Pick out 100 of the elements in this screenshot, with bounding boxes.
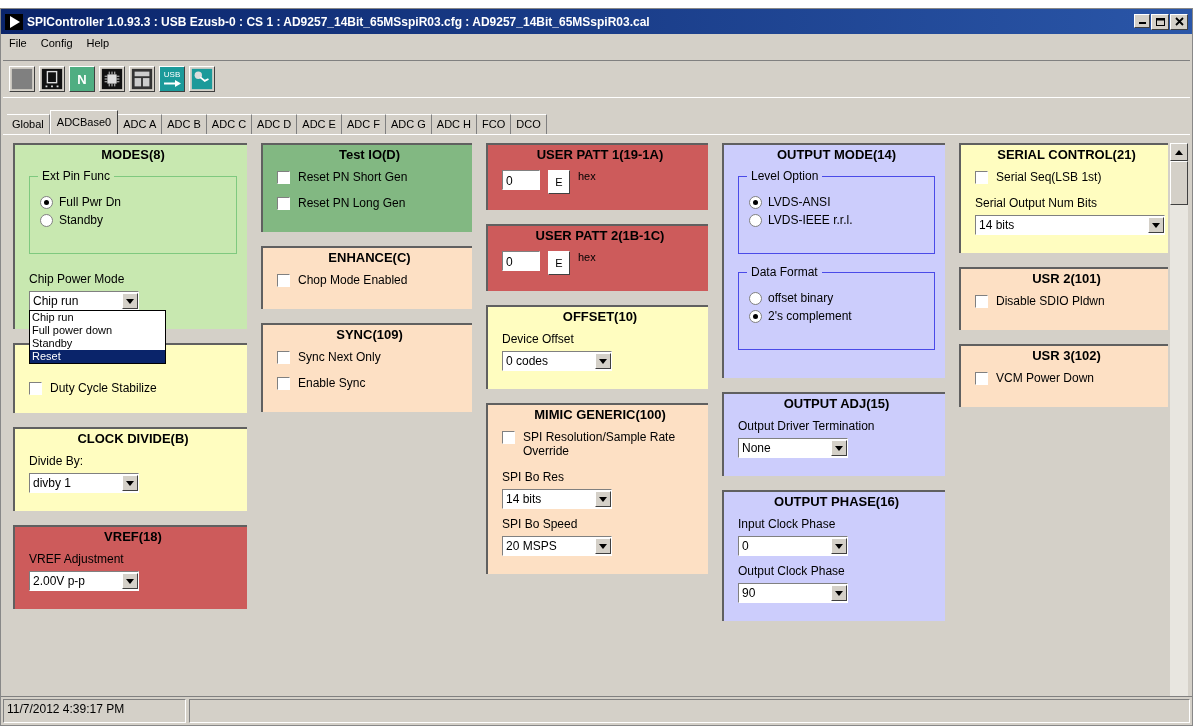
status-text: 11/7/2012 4:39:17 PM xyxy=(3,699,186,723)
checkbox[interactable] xyxy=(277,274,290,287)
dropdown-button[interactable] xyxy=(831,440,847,456)
menu-item[interactable]: Config xyxy=(40,37,73,53)
close-button[interactable] xyxy=(1170,13,1188,30)
field-label: Chip Power Mode xyxy=(29,272,126,286)
input-field[interactable]: 0 xyxy=(502,251,540,271)
dropdown-button[interactable] xyxy=(595,538,611,554)
menu-item[interactable]: Help xyxy=(86,37,110,53)
dropdown[interactable]: 2.00V p-p xyxy=(29,571,139,591)
radio-button[interactable] xyxy=(749,213,762,227)
toolbar-button[interactable] xyxy=(39,66,65,92)
scrollbar[interactable] xyxy=(1170,143,1188,696)
dropdown[interactable]: 90 xyxy=(738,583,848,603)
checkbox[interactable] xyxy=(277,171,290,184)
minimize-icon xyxy=(1138,21,1146,24)
tab[interactable]: ADC E xyxy=(297,114,342,134)
panel-title: SYNC(109) xyxy=(335,327,404,342)
dropdown[interactable]: 20 MSPS xyxy=(502,536,612,556)
scroll-up-button[interactable] xyxy=(1170,143,1188,161)
field-label: Output Clock Phase xyxy=(738,564,846,578)
menu-item[interactable]: File xyxy=(9,37,27,53)
minimize-button[interactable] xyxy=(1134,13,1150,28)
dropdown[interactable]: 0 xyxy=(738,536,848,556)
tab[interactable]: ADC C xyxy=(206,114,253,134)
dropdown[interactable]: None xyxy=(738,438,848,458)
field-label: SPI Bo Speed xyxy=(502,517,579,531)
checkbox-label: Chop Mode Enabled xyxy=(298,273,408,287)
tab[interactable]: FCO xyxy=(477,114,512,134)
panel-title: ENHANCE(C) xyxy=(327,250,412,265)
dropdown-button[interactable] xyxy=(122,475,138,491)
tab[interactable]: ADC B xyxy=(162,114,207,134)
panel-title: SERIAL CONTROL(21) xyxy=(996,147,1137,162)
checkbox[interactable] xyxy=(975,372,988,385)
toolbar-button[interactable] xyxy=(9,66,35,92)
dropdown-option[interactable]: Standby xyxy=(30,337,165,350)
group-label: Data Format xyxy=(747,265,822,279)
dropdown-button[interactable] xyxy=(1148,217,1164,233)
radio-button[interactable] xyxy=(749,291,762,305)
toolbar-button[interactable] xyxy=(99,66,125,92)
circuit-board-icon xyxy=(40,66,64,92)
scroll-thumb[interactable] xyxy=(1170,161,1188,205)
blank-square-icon xyxy=(10,66,34,92)
checkbox[interactable] xyxy=(502,431,515,444)
checkbox-label: Disable SDIO Pldwn xyxy=(996,294,1105,308)
toolbar-button[interactable] xyxy=(129,66,155,92)
checkbox[interactable] xyxy=(277,197,290,210)
enter-button[interactable]: E xyxy=(548,170,570,194)
dropdown[interactable]: 14 bits xyxy=(975,215,1165,235)
caret-icon xyxy=(126,578,134,584)
toolbar-button[interactable] xyxy=(189,66,215,92)
dropdown-button[interactable] xyxy=(831,538,847,554)
checkbox-label: Sync Next Only xyxy=(298,350,381,364)
panel-title: USER PATT 2(1B-1C) xyxy=(534,228,666,243)
checkbox[interactable] xyxy=(29,382,42,395)
unit-label: hex xyxy=(578,251,596,263)
caret-icon xyxy=(599,543,607,549)
caret-icon xyxy=(835,445,843,451)
radio-label: offset binary xyxy=(768,291,834,305)
checkbox-label: Duty Cycle Stabilize xyxy=(50,381,157,395)
chip-icon xyxy=(100,66,124,92)
field-label: SPI Bo Res xyxy=(502,470,566,484)
dropdown[interactable]: 0 codes xyxy=(502,351,612,371)
dropdown-button[interactable] xyxy=(122,293,138,309)
dropdown-button[interactable] xyxy=(595,353,611,369)
input-field[interactable]: 0 xyxy=(502,170,540,190)
tab[interactable]: ADC H xyxy=(431,114,478,134)
checkbox[interactable] xyxy=(975,171,988,184)
radio-button[interactable] xyxy=(40,213,53,227)
dropdown-option[interactable]: Reset xyxy=(30,350,165,363)
tab[interactable]: ADC F xyxy=(341,114,386,134)
tab[interactable]: Global xyxy=(7,114,50,134)
radio-button[interactable] xyxy=(749,195,762,209)
tab[interactable]: ADC A xyxy=(118,114,163,134)
caret-icon xyxy=(835,543,843,549)
tab[interactable]: DCO xyxy=(511,114,547,134)
caret-icon xyxy=(599,496,607,502)
panel-title: OUTPUT PHASE(16) xyxy=(773,494,900,509)
dropdown-option[interactable]: Chip run xyxy=(30,311,165,324)
arrow-icon xyxy=(163,80,181,87)
dropdown-button[interactable] xyxy=(595,491,611,507)
enter-button[interactable]: E xyxy=(548,251,570,275)
dropdown[interactable]: 14 bits xyxy=(502,489,612,509)
checkbox[interactable] xyxy=(277,351,290,364)
tab[interactable]: ADC G xyxy=(385,114,432,134)
panel-title: USR 3(102) xyxy=(1031,348,1102,363)
panel-title: Test IO(D) xyxy=(337,147,402,162)
radio-button[interactable] xyxy=(40,195,53,209)
dropdown-button[interactable] xyxy=(831,585,847,601)
caret-icon xyxy=(126,480,134,486)
dropdown-button[interactable] xyxy=(122,573,138,589)
close-icon xyxy=(1174,17,1184,26)
checkbox[interactable] xyxy=(277,377,290,390)
radio-button[interactable] xyxy=(749,309,762,323)
dropdown-option[interactable]: Full power down xyxy=(30,324,165,337)
radio-label: Full Pwr Dn xyxy=(59,195,121,209)
tab[interactable]: ADC D xyxy=(252,114,298,134)
checkbox[interactable] xyxy=(975,295,988,308)
maximize-button[interactable] xyxy=(1151,13,1169,30)
dropdown[interactable]: divby 1 xyxy=(29,473,139,493)
